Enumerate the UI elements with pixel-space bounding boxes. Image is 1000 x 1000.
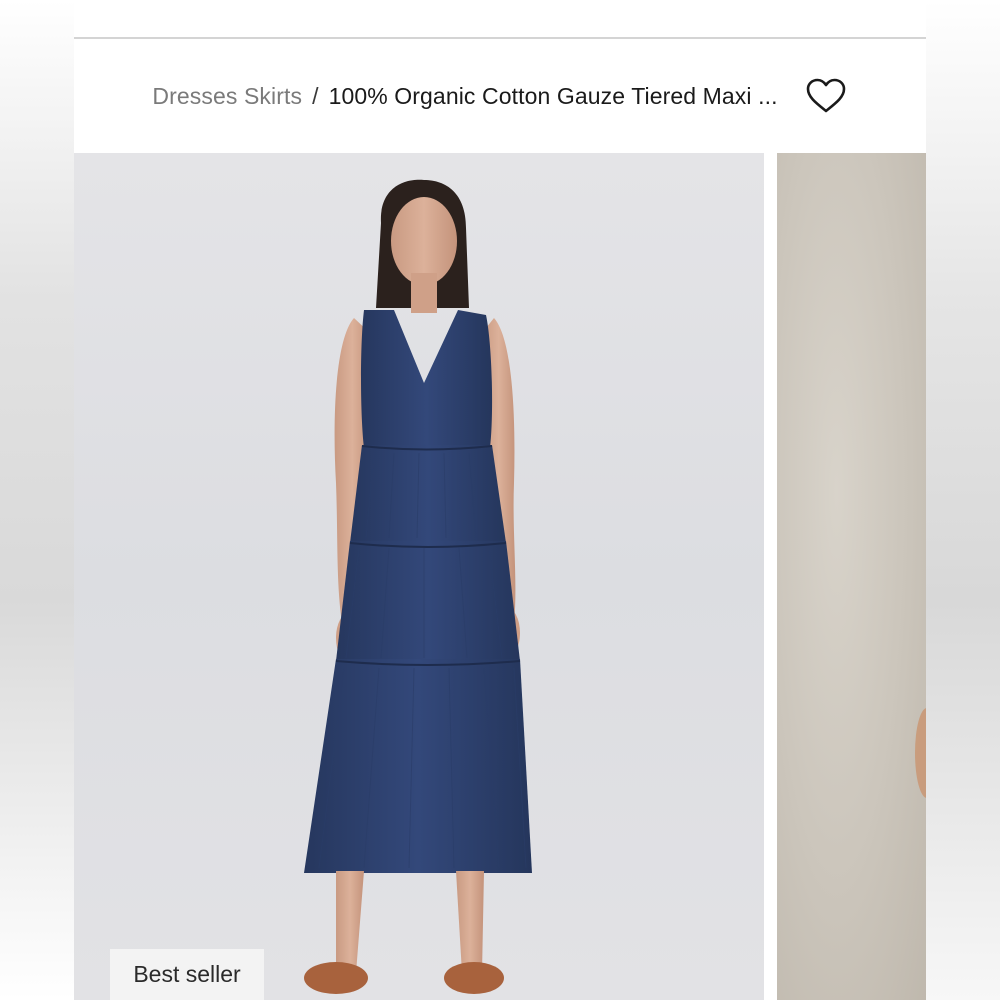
right-backdrop [926,0,1000,1000]
breadcrumb-current-product: 100% Organic Cotton Gauze Tiered Maxi ..… [328,82,778,109]
product-image-main[interactable]: Best seller [74,153,764,1000]
left-backdrop [0,0,74,1000]
breadcrumb-separator: / [312,82,319,109]
model-photo [304,179,532,994]
breadcrumb: Dresses Skirts / 100% Organic Cotton Gau… [152,83,777,110]
breadcrumb-category-link[interactable]: Dresses Skirts [152,83,302,110]
favorite-button[interactable] [804,74,848,118]
product-page: Dresses Skirts / 100% Organic Cotton Gau… [74,0,926,1000]
next-slide-photo [915,708,926,798]
product-image-gallery[interactable]: Best seller [74,153,926,1000]
heart-outline-icon [806,78,845,113]
best-seller-badge: Best seller [110,949,264,1000]
product-image-next-peek[interactable] [777,153,926,1000]
breadcrumb-bar: Dresses Skirts / 100% Organic Cotton Gau… [74,39,926,153]
